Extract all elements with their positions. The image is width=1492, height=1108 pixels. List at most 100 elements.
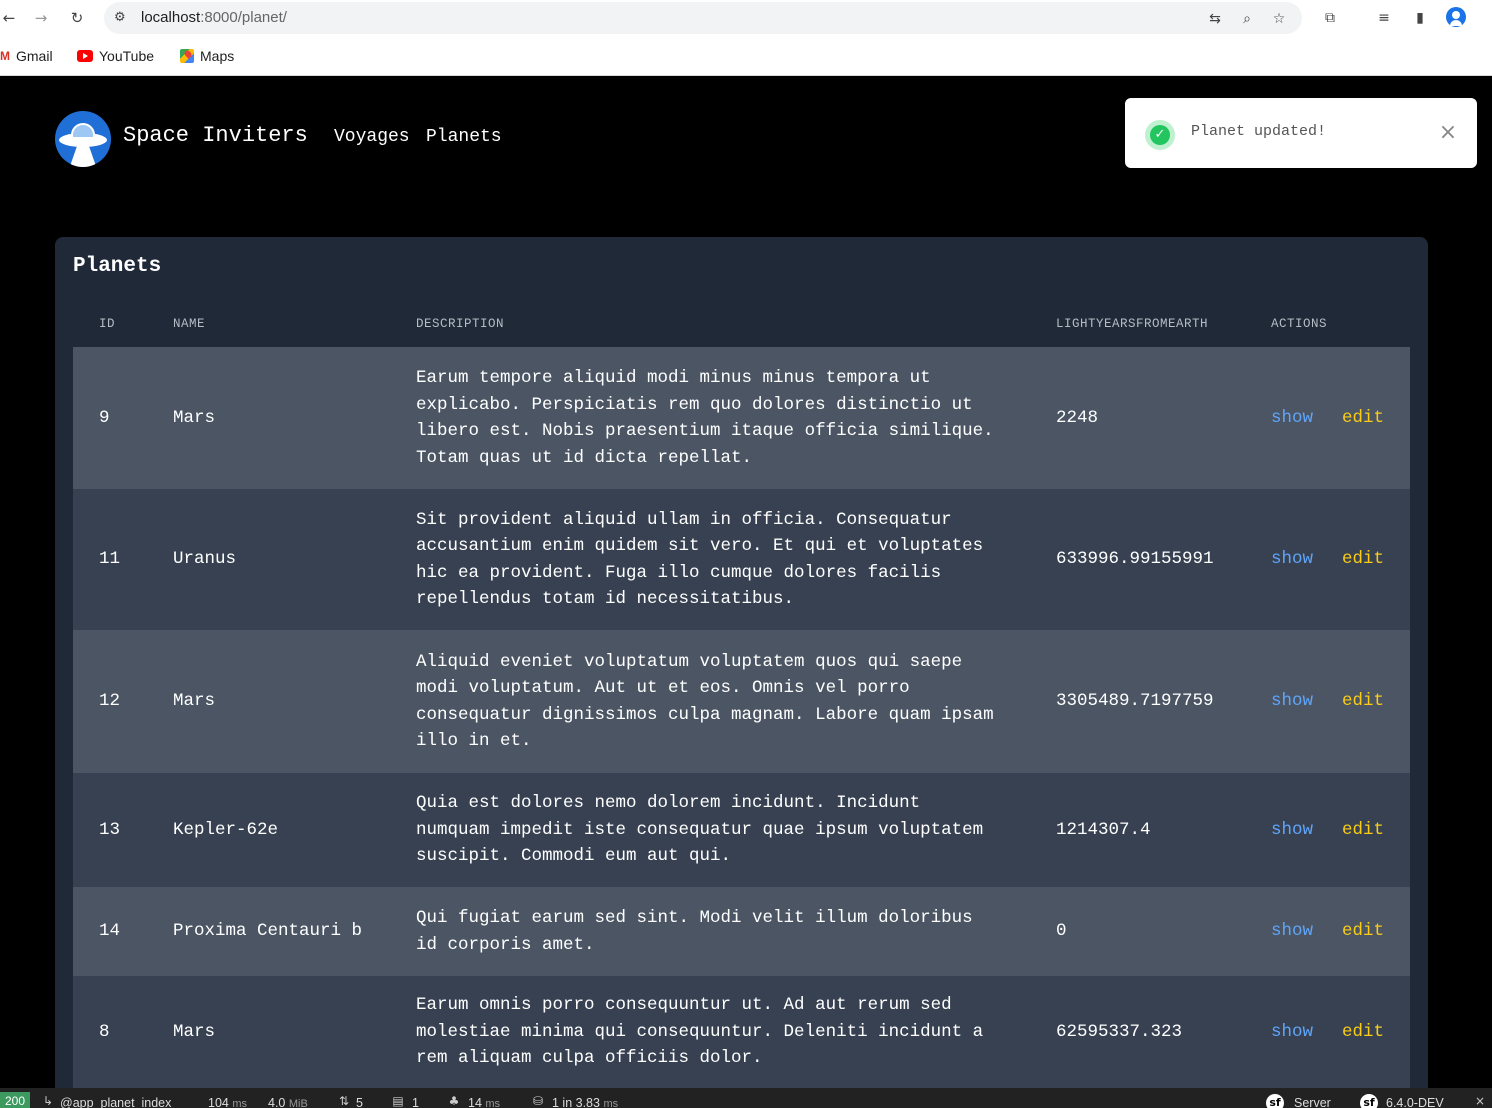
planet-id: 12: [99, 691, 121, 712]
forms-icon: ▤: [392, 1094, 404, 1108]
table-row: 14 Proxima Centauri b Qui fugiat earum sed…: [73, 887, 1410, 976]
toast-notification: ✓ Planet updated! ×: [1125, 98, 1477, 168]
planet-name: Mars: [173, 1021, 216, 1042]
description-line: Aliquid eveniet voluptatum voluptatem qu…: [416, 651, 963, 672]
bookmark-label: YouTube: [99, 48, 155, 64]
show-link[interactable]: show: [1271, 546, 1313, 573]
browser-toolbar: ← → ↻ ⚙ localhost:8000/planet/ ⇆ ⌕ ☆ ⧉ ≡…: [0, 0, 1492, 36]
planet-id: 11: [99, 549, 121, 570]
description-line: suscipit. Commodi eum aut qui.: [416, 846, 732, 867]
requests-icon: ⇅: [338, 1094, 350, 1108]
planet-lightyears: 0: [1056, 921, 1067, 942]
zoom-icon[interactable]: ⌕: [1238, 10, 1256, 28]
database-queries[interactable]: 1 in 3.83 ms: [552, 1096, 618, 1108]
edit-link[interactable]: edit: [1342, 688, 1384, 715]
forward-icon[interactable]: →: [32, 9, 50, 27]
column-header-id: ID: [99, 317, 116, 331]
column-header-name: NAME: [173, 317, 206, 331]
star-icon[interactable]: ☆: [1270, 10, 1288, 28]
planet-name: Proxima Centauri b: [173, 921, 363, 942]
twig-time[interactable]: 14 ms: [468, 1096, 500, 1108]
gmail-icon: M: [0, 49, 10, 63]
column-header-description: DESCRIPTION: [416, 317, 505, 331]
description-line: modi voluptatum. Aut ut et eos. Omnis ve…: [416, 678, 910, 698]
planet-name: Kepler-62e: [173, 819, 279, 840]
description-line: accusantium enim quidem sit vero. Et qui…: [416, 536, 984, 556]
server-label[interactable]: Server: [1294, 1096, 1331, 1108]
requests-count[interactable]: 5: [356, 1096, 363, 1108]
close-icon[interactable]: ×: [1437, 122, 1459, 144]
forms-count[interactable]: 1: [412, 1096, 419, 1108]
check-circle-icon: ✓: [1145, 120, 1175, 150]
media-icon[interactable]: ≡: [1374, 8, 1394, 28]
description-line: Earum omnis porro consequuntur ut. Ad au…: [416, 995, 952, 1016]
edit-link[interactable]: edit: [1342, 405, 1384, 432]
app-page: Space Inviters Voyages Planets ✓ Planet …: [0, 76, 1492, 1108]
edit-link[interactable]: edit: [1342, 1019, 1384, 1046]
ufo-logo-icon[interactable]: [55, 111, 111, 167]
translate-icon[interactable]: ⇆: [1206, 10, 1224, 28]
table-row: 11 Uranus Sit provident aliquid ullam in o…: [73, 489, 1410, 630]
description-line: libero est. Nobis praesentium itaque off…: [416, 421, 994, 441]
maps-icon: [180, 49, 194, 63]
url-path: :8000/planet/: [200, 9, 287, 26]
planet-lightyears: 62595337.323: [1056, 1021, 1183, 1042]
url-host: localhost: [141, 9, 201, 26]
planet-lightyears: 2248: [1056, 407, 1099, 428]
show-link[interactable]: show: [1271, 688, 1313, 715]
bookmark-youtube[interactable]: YouTube: [77, 46, 154, 66]
extensions-icon[interactable]: ⧉: [1320, 8, 1340, 28]
edit-link[interactable]: edit: [1342, 546, 1384, 573]
route-icon: ↳: [42, 1094, 54, 1108]
toast-message: Planet updated!: [1191, 123, 1327, 140]
url-text[interactable]: localhost:8000/planet/: [141, 9, 287, 26]
side-panel-icon[interactable]: ▮: [1410, 8, 1430, 28]
panel-title: Planets: [73, 255, 162, 278]
table-row: 13 Kepler-62e Quia est dolores nemo dolore…: [73, 773, 1410, 887]
back-icon[interactable]: ←: [0, 9, 18, 27]
close-toolbar-icon[interactable]: ×: [1472, 1093, 1488, 1108]
nav-link-planets[interactable]: Planets: [426, 127, 502, 147]
db-value: 1 in 3.83: [552, 1096, 600, 1108]
description-line: Earum tempore aliquid modi minus minus t…: [416, 368, 931, 388]
planet-description: Aliquid eveniet voluptatum voluptatem qu…: [416, 649, 1016, 755]
show-link[interactable]: show: [1271, 817, 1313, 844]
request-time[interactable]: 104 ms: [208, 1096, 247, 1108]
bookmark-maps[interactable]: Maps: [180, 46, 234, 66]
twig-value: 14: [468, 1096, 482, 1108]
planet-name: Mars: [173, 691, 216, 712]
symfony-debug-toolbar: 200 ↳ @app_planet_index 104 ms 4.0 MiB ⇅…: [0, 1088, 1492, 1108]
symfony-server-icon: sf: [1266, 1094, 1284, 1108]
symfony-version-icon: sf: [1360, 1094, 1378, 1108]
site-info-icon[interactable]: ⚙: [114, 10, 130, 26]
twig-icon: ♣: [448, 1094, 460, 1108]
planet-name: Uranus: [173, 549, 237, 570]
memory-unit: MiB: [288, 1098, 308, 1108]
planets-table: ID NAME DESCRIPTION LIGHTYEARSFROMEARTH …: [73, 306, 1410, 1088]
planet-id: 8: [99, 1021, 110, 1042]
show-link[interactable]: show: [1271, 405, 1313, 432]
reload-icon[interactable]: ↻: [68, 9, 86, 27]
table-header: ID NAME DESCRIPTION LIGHTYEARSFROMEARTH …: [73, 306, 1410, 347]
address-bar[interactable]: ⚙ localhost:8000/planet/ ⇆ ⌕ ☆: [104, 2, 1302, 34]
planet-id: 13: [99, 819, 121, 840]
brand-title[interactable]: Space Inviters: [123, 123, 308, 148]
description-line: id corporis amet.: [416, 934, 595, 955]
route-name[interactable]: @app_planet_index: [60, 1096, 171, 1108]
edit-link[interactable]: edit: [1342, 817, 1384, 844]
planet-name: Mars: [173, 407, 216, 428]
description-line: Qui fugiat earum sed sint. Modi velit il…: [416, 908, 973, 928]
profile-avatar[interactable]: [1446, 7, 1466, 27]
database-icon: ⛁: [532, 1094, 544, 1108]
status-badge[interactable]: 200: [0, 1092, 30, 1108]
time-unit: ms: [232, 1098, 248, 1108]
memory-usage[interactable]: 4.0 MiB: [268, 1096, 308, 1108]
edit-link[interactable]: edit: [1342, 918, 1384, 945]
show-link[interactable]: show: [1271, 918, 1313, 945]
bookmark-gmail[interactable]: M Gmail: [0, 46, 53, 66]
bookmarks-bar: M Gmail YouTube Maps: [0, 36, 1492, 76]
table-row: 12 Mars Aliquid eveniet voluptatum volupta…: [73, 630, 1410, 773]
symfony-version[interactable]: 6.4.0-DEV: [1386, 1096, 1444, 1108]
nav-link-voyages[interactable]: Voyages: [334, 127, 410, 147]
show-link[interactable]: show: [1271, 1019, 1313, 1046]
